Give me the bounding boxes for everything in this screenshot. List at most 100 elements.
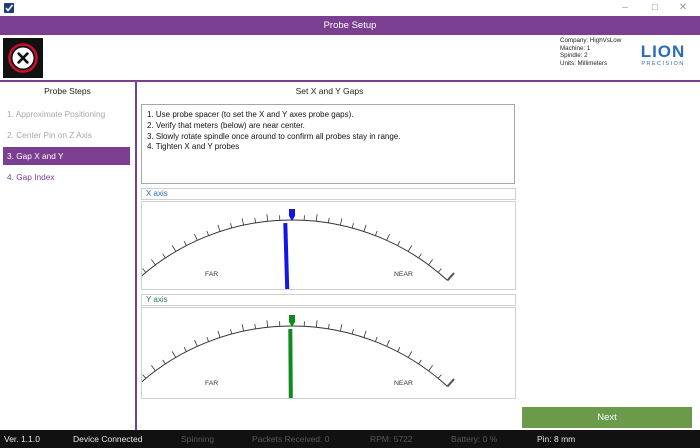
company-name: Company: HighVsLow: [560, 37, 622, 44]
meter-tick: [142, 268, 147, 273]
instructions-box: 1. Use probe spacer (to set the X and Y …: [141, 104, 515, 184]
meter-tick: [418, 253, 422, 259]
meter-tick: [183, 241, 187, 246]
instruction-line: 2. Verify that meters (below) are near c…: [147, 120, 305, 130]
meter-tick: [363, 224, 367, 232]
spin-status: Spinning: [181, 434, 215, 444]
x-axis-gauge: FAR NEAR: [142, 209, 455, 289]
connection-status: Device Connected: [73, 434, 143, 444]
meter-tick: [397, 347, 401, 352]
section-title: Set X and Y Gaps: [295, 86, 364, 96]
meter-tick: [171, 351, 177, 358]
meter-tick: [150, 259, 156, 266]
meter-tick: [340, 324, 343, 332]
meter-tick: [162, 253, 166, 259]
instruction-line: 4. Tighten X and Y probes: [147, 142, 240, 152]
logo-subword: PRECISION: [641, 61, 685, 67]
meter-needle: [283, 223, 290, 289]
close-x-circle-icon[interactable]: [3, 38, 43, 78]
meter-tick: [217, 224, 221, 232]
meter-tick: [183, 347, 187, 352]
near-label: NEAR: [394, 380, 413, 387]
meter-tick: [254, 217, 256, 223]
meter-tick: [241, 218, 244, 226]
meter-tick: [351, 329, 354, 335]
meter-tick: [418, 359, 422, 365]
meter-tick: [266, 320, 269, 328]
company-info: Company: HighVsLow Machine: 1 Spindle: 2…: [560, 37, 621, 67]
meter-tick: [397, 241, 401, 246]
meter-end-tick: [446, 272, 455, 282]
meter-tick: [363, 330, 367, 338]
meter-tick: [171, 245, 177, 252]
instruction-line: 1. Use probe spacer (to set the X and Y …: [147, 110, 354, 119]
meter-tick: [217, 330, 221, 338]
x-axis-label: X axis: [141, 188, 516, 200]
version-label: Ver. 1.1.0: [4, 434, 40, 444]
meter-end-tick: [446, 378, 455, 388]
y-axis-meter: FAR NEAR: [141, 307, 516, 399]
meter-tick: [230, 223, 233, 229]
minimize-button[interactable]: –: [614, 1, 636, 15]
lion-precision-logo: LION PRECISION: [634, 43, 692, 71]
meter-tick: [150, 365, 156, 372]
far-label: FAR: [205, 271, 218, 278]
meter-tick: [162, 359, 166, 365]
meter-arc: [142, 325, 448, 387]
step-center-pin[interactable]: 2. Center Pin on Z Axis: [3, 126, 130, 144]
panel-divider: [135, 82, 137, 430]
meter-tick: [328, 217, 330, 223]
y-axis-label: Y axis: [141, 294, 516, 306]
meter-tick: [386, 233, 390, 241]
meter-tick: [194, 339, 198, 347]
meter-tick: [206, 230, 209, 236]
pin-size: Pin: 8 mm: [537, 434, 576, 444]
meter-tick: [230, 329, 233, 335]
meter-tick: [142, 374, 147, 379]
spindle-number: Spindle: 2: [560, 52, 588, 60]
near-label: NEAR: [394, 271, 413, 278]
meter-tick: [375, 336, 378, 342]
machine-number: Machine: 1: [560, 44, 591, 52]
meter-tick: [254, 323, 256, 329]
meter-tick: [315, 214, 318, 222]
meter-tick: [407, 245, 413, 252]
target-marker: [289, 209, 295, 221]
instruction-line: 3. Slowly rotate spindle once around to …: [147, 131, 401, 141]
meter-tick: [194, 233, 198, 241]
meter-tick: [375, 230, 378, 236]
meter-tick: [407, 351, 413, 358]
step-gap-x-y[interactable]: 3. Gap X and Y: [3, 147, 130, 165]
probe-steps-title: Probe Steps: [44, 86, 91, 96]
far-label: FAR: [205, 380, 218, 387]
checkbox-icon: [4, 3, 14, 13]
logo-word: LION: [640, 42, 686, 61]
meter-tick: [340, 218, 343, 226]
meter-tick: [315, 320, 318, 328]
next-button[interactable]: Next: [522, 407, 692, 428]
meter-needle: [288, 328, 293, 398]
target-marker: [289, 315, 295, 327]
rpm-readout: RPM: 5722: [370, 434, 413, 444]
meter-tick: [386, 339, 390, 347]
window-close-button[interactable]: ✕: [672, 1, 694, 15]
meter-tick: [437, 268, 442, 273]
meter-tick: [206, 336, 209, 342]
units-label: Units: Millimeters: [560, 59, 608, 67]
step-gap-index[interactable]: 4. Gap Index: [3, 168, 130, 186]
battery-readout: Battery: 0 %: [451, 434, 498, 444]
step-approximate-positioning[interactable]: 1. Approximate Positioning: [3, 105, 130, 123]
meter-tick: [241, 324, 244, 332]
packets-received: Packets Received: 0: [252, 434, 330, 444]
meter-tick: [266, 214, 269, 222]
window-titlebar: – □ ✕: [0, 0, 700, 16]
meter-tick: [437, 374, 442, 379]
maximize-button[interactable]: □: [644, 1, 666, 15]
x-axis-meter: FAR NEAR: [141, 201, 516, 290]
meter-tick: [351, 223, 354, 229]
meter-tick: [428, 259, 434, 266]
page-title: Probe Setup: [0, 16, 700, 35]
meter-tick: [328, 323, 330, 329]
meter-tick: [428, 365, 434, 372]
y-axis-gauge: FAR NEAR: [142, 315, 455, 398]
